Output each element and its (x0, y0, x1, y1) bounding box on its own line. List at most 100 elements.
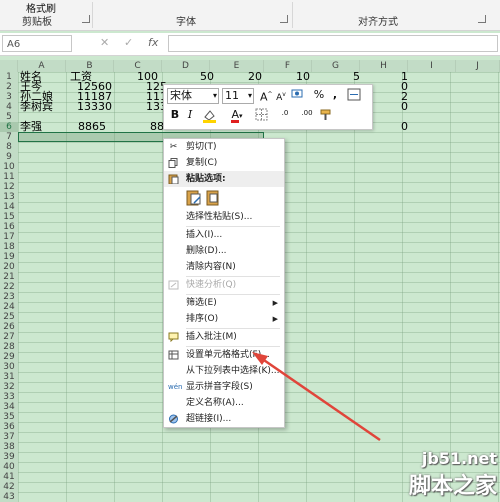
format-painter-button[interactable] (318, 108, 334, 124)
row-header[interactable]: 12 (0, 182, 18, 192)
enter-icon[interactable]: ✓ (124, 36, 133, 49)
row-header[interactable]: 17 (0, 232, 18, 242)
merge-center-button[interactable] (346, 88, 362, 104)
row-header[interactable]: 4 (0, 102, 18, 112)
row-header[interactable]: 24 (0, 302, 18, 312)
decrease-decimal-button[interactable]: .00 (298, 110, 316, 126)
paste-values-icon[interactable] (206, 189, 222, 209)
column-header-i[interactable]: I (408, 60, 456, 72)
row-header[interactable]: 42 (0, 482, 18, 492)
cell-b4[interactable]: 13330 (66, 101, 112, 112)
row-header[interactable]: 20 (0, 262, 18, 272)
menu-item-pick-from-list[interactable]: 从下拉列表中选择(K)... (164, 363, 284, 379)
row-header[interactable]: 35 (0, 412, 18, 422)
percent-button[interactable]: % (312, 88, 326, 104)
menu-item-insert[interactable]: 插入(I)... (164, 227, 284, 243)
font-size-box[interactable]: 11 ▾ (222, 88, 254, 104)
row-header[interactable]: 21 (0, 272, 18, 282)
grow-font-icon: A (260, 90, 268, 104)
name-box[interactable]: A6 (2, 35, 72, 52)
formula-input[interactable] (168, 35, 498, 52)
cell-a4[interactable]: 李树宾 (20, 101, 53, 112)
menu-item-delete[interactable]: 删除(D)... (164, 243, 284, 259)
cell-c5[interactable]: 88 (150, 121, 164, 132)
cancel-icon[interactable]: ✕ (100, 36, 109, 49)
row-header[interactable]: 37 (0, 432, 18, 442)
menu-item-paste-special[interactable]: 选择性粘贴(S)... (164, 209, 284, 225)
row-header[interactable]: 1 (0, 72, 18, 82)
row-header[interactable]: 40 (0, 462, 18, 472)
insert-function-icon[interactable]: fx (148, 36, 158, 49)
row-header[interactable]: 3 (0, 92, 18, 102)
bold-button[interactable]: B (169, 108, 181, 124)
row-header[interactable]: 11 (0, 172, 18, 182)
row-header[interactable]: 22 (0, 282, 18, 292)
font-name-box[interactable]: 宋体 ▾ (167, 88, 219, 104)
row-header[interactable]: 28 (0, 342, 18, 352)
shrink-font-button[interactable]: Av (275, 88, 287, 104)
row-header[interactable]: 16 (0, 222, 18, 232)
row-header[interactable]: 7 (0, 132, 18, 142)
comma-style-button[interactable]: , (330, 88, 340, 104)
grow-font-button[interactable]: A^ (260, 88, 273, 104)
row-header[interactable]: 25 (0, 312, 18, 322)
accounting-format-button[interactable] (290, 88, 306, 104)
row-header[interactable]: 8 (0, 142, 18, 152)
row-header[interactable]: 26 (0, 322, 18, 332)
cell-a5[interactable]: 李强 (20, 121, 42, 132)
cell-b5[interactable]: 8865 (66, 121, 106, 132)
row-header[interactable]: 29 (0, 352, 18, 362)
alignment-launcher-icon[interactable] (478, 15, 486, 23)
row-header[interactable]: 5 (0, 112, 18, 122)
clipboard-launcher-icon[interactable] (82, 15, 90, 23)
row-header[interactable]: 19 (0, 252, 18, 262)
row-header[interactable]: 33 (0, 392, 18, 402)
cell-f1[interactable]: 10 (264, 71, 310, 82)
row-header[interactable]: 43 (0, 492, 18, 502)
menu-item-format-cells[interactable]: 设置单元格格式(F)... (164, 347, 284, 363)
chevron-down-icon[interactable]: ▾ (248, 89, 252, 103)
menu-item-clear-contents[interactable]: 清除内容(N) (164, 259, 284, 275)
menu-item-filter[interactable]: 筛选(E) ▶ (164, 295, 284, 311)
paste-icon[interactable] (186, 189, 202, 209)
chevron-down-icon[interactable]: ▾ (239, 112, 243, 120)
row-header[interactable]: 6 (0, 122, 18, 132)
row-header[interactable]: 38 (0, 442, 18, 452)
row-header[interactable]: 30 (0, 362, 18, 372)
row-header[interactable]: 18 (0, 242, 18, 252)
select-all-corner[interactable] (0, 60, 18, 72)
comment-icon (168, 332, 179, 343)
row-header[interactable]: 27 (0, 332, 18, 342)
menu-item-phonetic[interactable]: wén 显示拼音字段(S) (164, 379, 284, 395)
font-launcher-icon[interactable] (280, 15, 288, 23)
row-header[interactable]: 32 (0, 382, 18, 392)
row-header[interactable]: 13 (0, 192, 18, 202)
cell-g1[interactable]: 5 (312, 71, 360, 82)
row-header[interactable]: 2 (0, 82, 18, 92)
menu-item-sort[interactable]: 排序(O) ▶ (164, 311, 284, 327)
borders-button[interactable] (252, 108, 272, 124)
row-header[interactable]: 41 (0, 472, 18, 482)
menu-item-insert-comment[interactable]: 插入批注(M) (164, 329, 284, 345)
row-header[interactable]: 23 (0, 292, 18, 302)
font-color-button[interactable]: A▾ (226, 108, 248, 124)
row-header[interactable]: 9 (0, 152, 18, 162)
menu-item-cut[interactable]: ✂ 剪切(T) (164, 139, 284, 155)
cell-e1[interactable]: 20 (210, 71, 262, 82)
row-header[interactable]: 36 (0, 422, 18, 432)
row-header[interactable]: 10 (0, 162, 18, 172)
menu-item-copy[interactable]: 复制(C) (164, 155, 284, 171)
row-header[interactable]: 31 (0, 372, 18, 382)
menu-item-hyperlink[interactable]: 超链接(I)... (164, 411, 284, 427)
row-header[interactable]: 34 (0, 402, 18, 412)
row-header[interactable]: 14 (0, 202, 18, 212)
chevron-down-icon[interactable]: ▾ (213, 89, 217, 103)
menu-item-define-name[interactable]: 定义名称(A)... (164, 395, 284, 411)
italic-button[interactable]: I (184, 108, 196, 124)
increase-decimal-button[interactable]: .0 (276, 110, 294, 126)
row-header[interactable]: 39 (0, 452, 18, 462)
row-header[interactable]: 15 (0, 212, 18, 222)
cell-d1[interactable]: 50 (162, 71, 214, 82)
fill-color-button[interactable] (200, 108, 222, 124)
column-header-j[interactable]: J (456, 60, 500, 72)
